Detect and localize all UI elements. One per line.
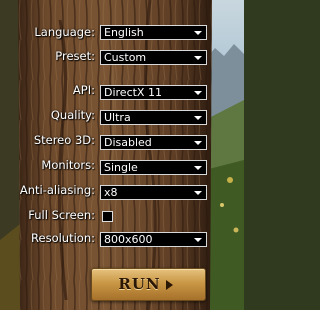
resolution-value: 800x600 <box>104 233 153 246</box>
quality-select[interactable]: Ultra <box>100 110 207 125</box>
quality-value: Ultra <box>104 111 131 124</box>
antialiasing-value: x8 <box>104 186 118 199</box>
monitors-select[interactable]: Single <box>100 160 207 175</box>
resolution-select[interactable]: 800x600 <box>100 232 207 247</box>
resolution-label: Resolution: <box>31 231 95 245</box>
preset-select[interactable]: Custom <box>100 50 207 65</box>
monitors-value: Single <box>104 161 138 174</box>
quality-label: Quality: <box>50 108 95 122</box>
chevron-down-icon <box>194 166 202 170</box>
stereo3d-label: Stereo 3D: <box>33 133 95 147</box>
fullscreen-checkbox[interactable] <box>102 211 113 222</box>
api-select[interactable]: DirectX 11 <box>100 85 207 100</box>
chevron-down-icon <box>194 116 202 120</box>
chevron-down-icon <box>194 91 202 95</box>
tree-bark-background <box>0 0 244 310</box>
antialiasing-select[interactable]: x8 <box>100 185 207 200</box>
monitors-label: Monitors: <box>41 158 95 172</box>
chevron-down-icon <box>194 191 202 195</box>
antialiasing-label: Anti-aliasing: <box>19 183 95 197</box>
language-select[interactable]: English <box>100 25 207 40</box>
chevron-down-icon <box>194 141 202 145</box>
chevron-down-icon <box>194 56 202 60</box>
play-arrow-icon <box>166 280 173 290</box>
api-value: DirectX 11 <box>104 86 162 99</box>
preset-label: Preset: <box>55 49 95 63</box>
stereo3d-value: Disabled <box>104 136 152 149</box>
fullscreen-label: Full Screen: <box>28 208 95 222</box>
chevron-down-icon <box>194 238 202 242</box>
run-button[interactable]: RUN <box>91 268 206 301</box>
stereo3d-select[interactable]: Disabled <box>100 135 207 150</box>
preset-value: Custom <box>104 51 147 64</box>
language-label: Language: <box>34 25 95 39</box>
chevron-down-icon <box>194 31 202 35</box>
language-value: English <box>104 26 144 39</box>
api-label: API: <box>72 83 95 97</box>
